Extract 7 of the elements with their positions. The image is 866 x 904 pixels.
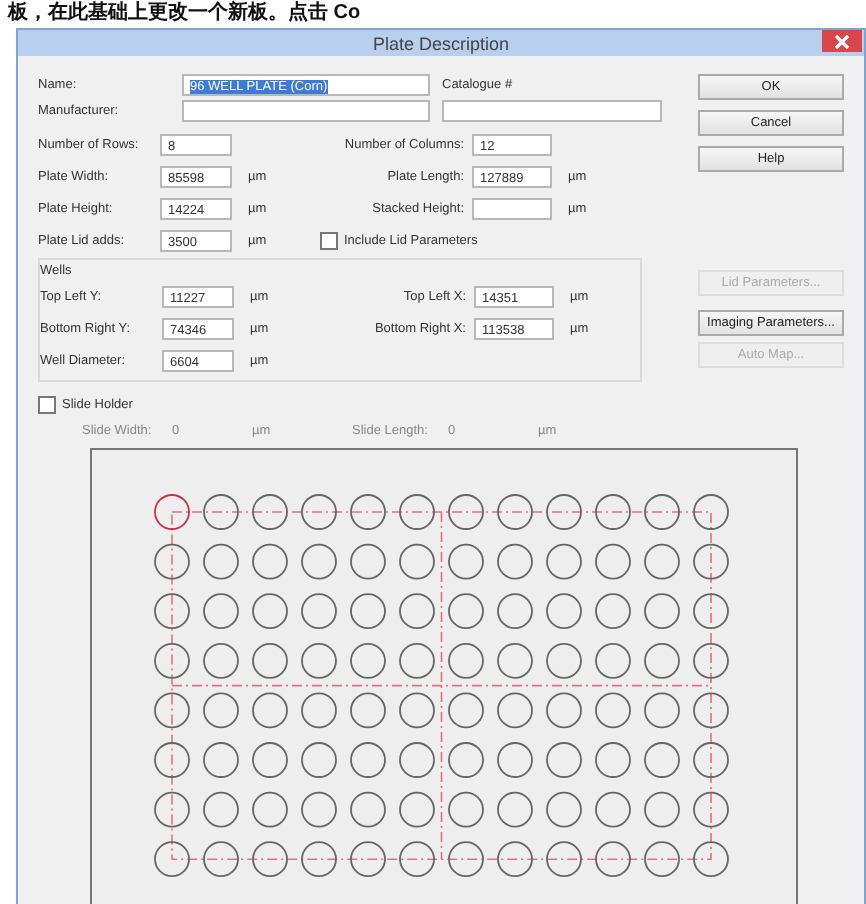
catalogue-field[interactable] [442, 100, 662, 122]
header-text: 板，在此基础上更改一个新板。点击 Co [5, 0, 363, 28]
close-button[interactable] [822, 30, 862, 52]
close-icon [834, 33, 850, 49]
input-field[interactable] [182, 100, 430, 122]
input-field[interactable] [472, 198, 552, 220]
window-title: Plate Description [372, 33, 510, 53]
